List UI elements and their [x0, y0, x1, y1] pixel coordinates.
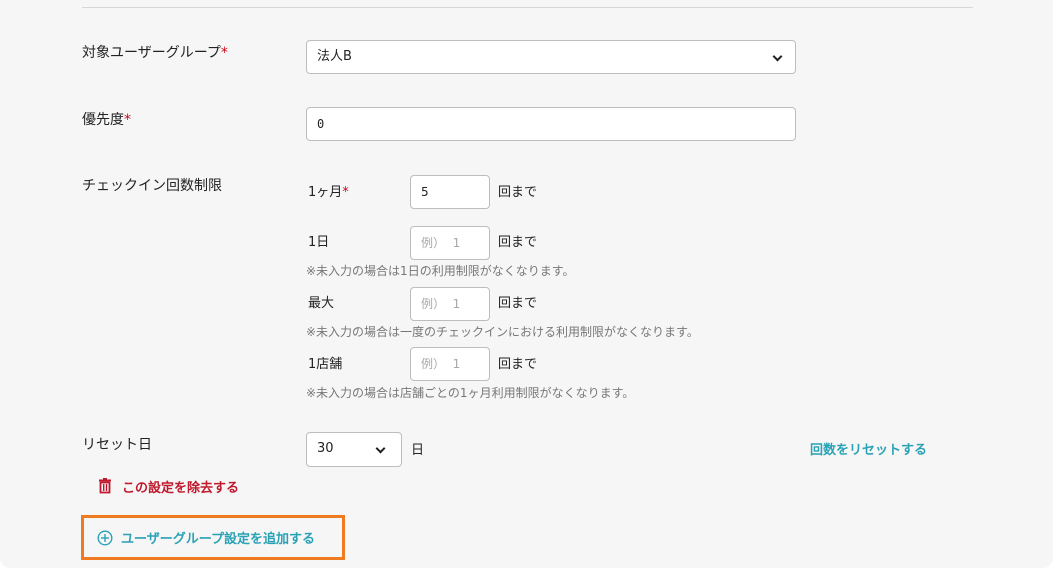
- chevron-down-icon: [772, 51, 783, 62]
- checkin-limit-label: チェックイン回数制限: [82, 178, 222, 194]
- add-user-group-button[interactable]: ユーザーグループ設定を追加する: [81, 515, 345, 560]
- reset-count-link[interactable]: 回数をリセットする: [810, 441, 927, 461]
- plus-circle-icon: [97, 529, 113, 546]
- add-user-group-label: ユーザーグループ設定を追加する: [121, 532, 315, 547]
- store-limit-input[interactable]: [410, 347, 490, 381]
- settings-panel: 対象ユーザーグループ* 法人B 優先度* チェックイン回数制限 1ヶ月* 回まで…: [0, 0, 1053, 568]
- monthly-limit-input[interactable]: [410, 175, 490, 209]
- store-limit-unit: 回まで: [498, 357, 538, 372]
- monthly-limit-unit: 回まで: [498, 185, 538, 200]
- required-mark: *: [342, 185, 349, 200]
- reset-day-unit: 日: [411, 443, 425, 458]
- required-mark: *: [220, 45, 228, 61]
- daily-limit-unit: 回まで: [498, 235, 538, 250]
- priority-label: 優先度*: [82, 112, 131, 128]
- priority-input[interactable]: [306, 107, 796, 141]
- reset-day-select[interactable]: 30: [306, 432, 402, 467]
- max-limit-label: 最大: [308, 296, 335, 311]
- chevron-down-icon: [375, 443, 386, 454]
- remove-setting-label: この設定を除去する: [122, 480, 240, 496]
- reset-day-selected: 30: [317, 441, 334, 456]
- remove-setting-button[interactable]: この設定を除去する: [98, 476, 239, 496]
- monthly-limit-label: 1ヶ月*: [308, 185, 349, 200]
- daily-limit-label: 1日: [308, 235, 330, 250]
- max-limit-note: ※未入力の場合は一度のチェックインにおける利用制限がなくなります。: [306, 325, 699, 339]
- divider: [82, 7, 973, 8]
- trash-icon: [98, 478, 112, 494]
- daily-limit-note: ※未入力の場合は1日の利用制限がなくなります。: [306, 264, 575, 278]
- target-group-select[interactable]: 法人B: [306, 40, 796, 74]
- store-limit-label: 1店舗: [308, 357, 343, 372]
- daily-limit-input[interactable]: [410, 226, 490, 260]
- target-group-label: 対象ユーザーグループ*: [82, 45, 228, 61]
- required-mark: *: [124, 112, 131, 128]
- reset-day-label: リセット日: [82, 437, 152, 453]
- max-limit-input[interactable]: [410, 287, 490, 321]
- store-limit-note: ※未入力の場合は店舗ごとの1ヶ月利用制限がなくなります。: [306, 386, 635, 400]
- max-limit-unit: 回まで: [498, 296, 538, 311]
- target-group-selected: 法人B: [317, 49, 352, 64]
